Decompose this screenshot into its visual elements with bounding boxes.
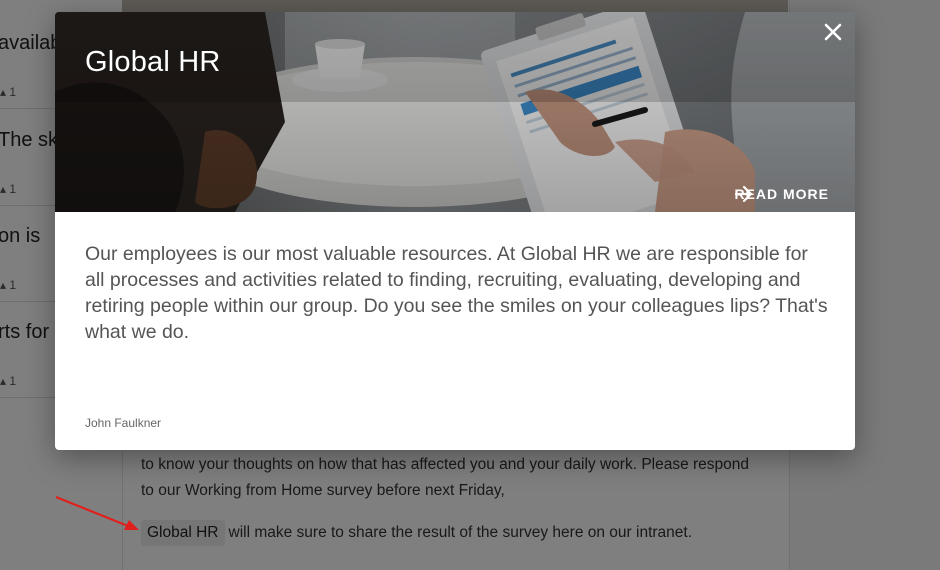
info-modal: Global HR READ MORE Our employees is our… bbox=[55, 12, 855, 450]
modal-description: Our employees is our most valuable resou… bbox=[85, 243, 828, 343]
read-more-link[interactable]: READ MORE bbox=[734, 184, 837, 204]
hero-image: Global HR READ MORE bbox=[55, 12, 855, 212]
modal-title: Global HR bbox=[85, 46, 221, 78]
arrow-right-icon bbox=[735, 185, 753, 203]
author-name: John Faulkner bbox=[85, 416, 162, 430]
hero-photo bbox=[55, 12, 855, 212]
close-icon bbox=[824, 23, 842, 41]
close-button[interactable] bbox=[819, 18, 847, 46]
